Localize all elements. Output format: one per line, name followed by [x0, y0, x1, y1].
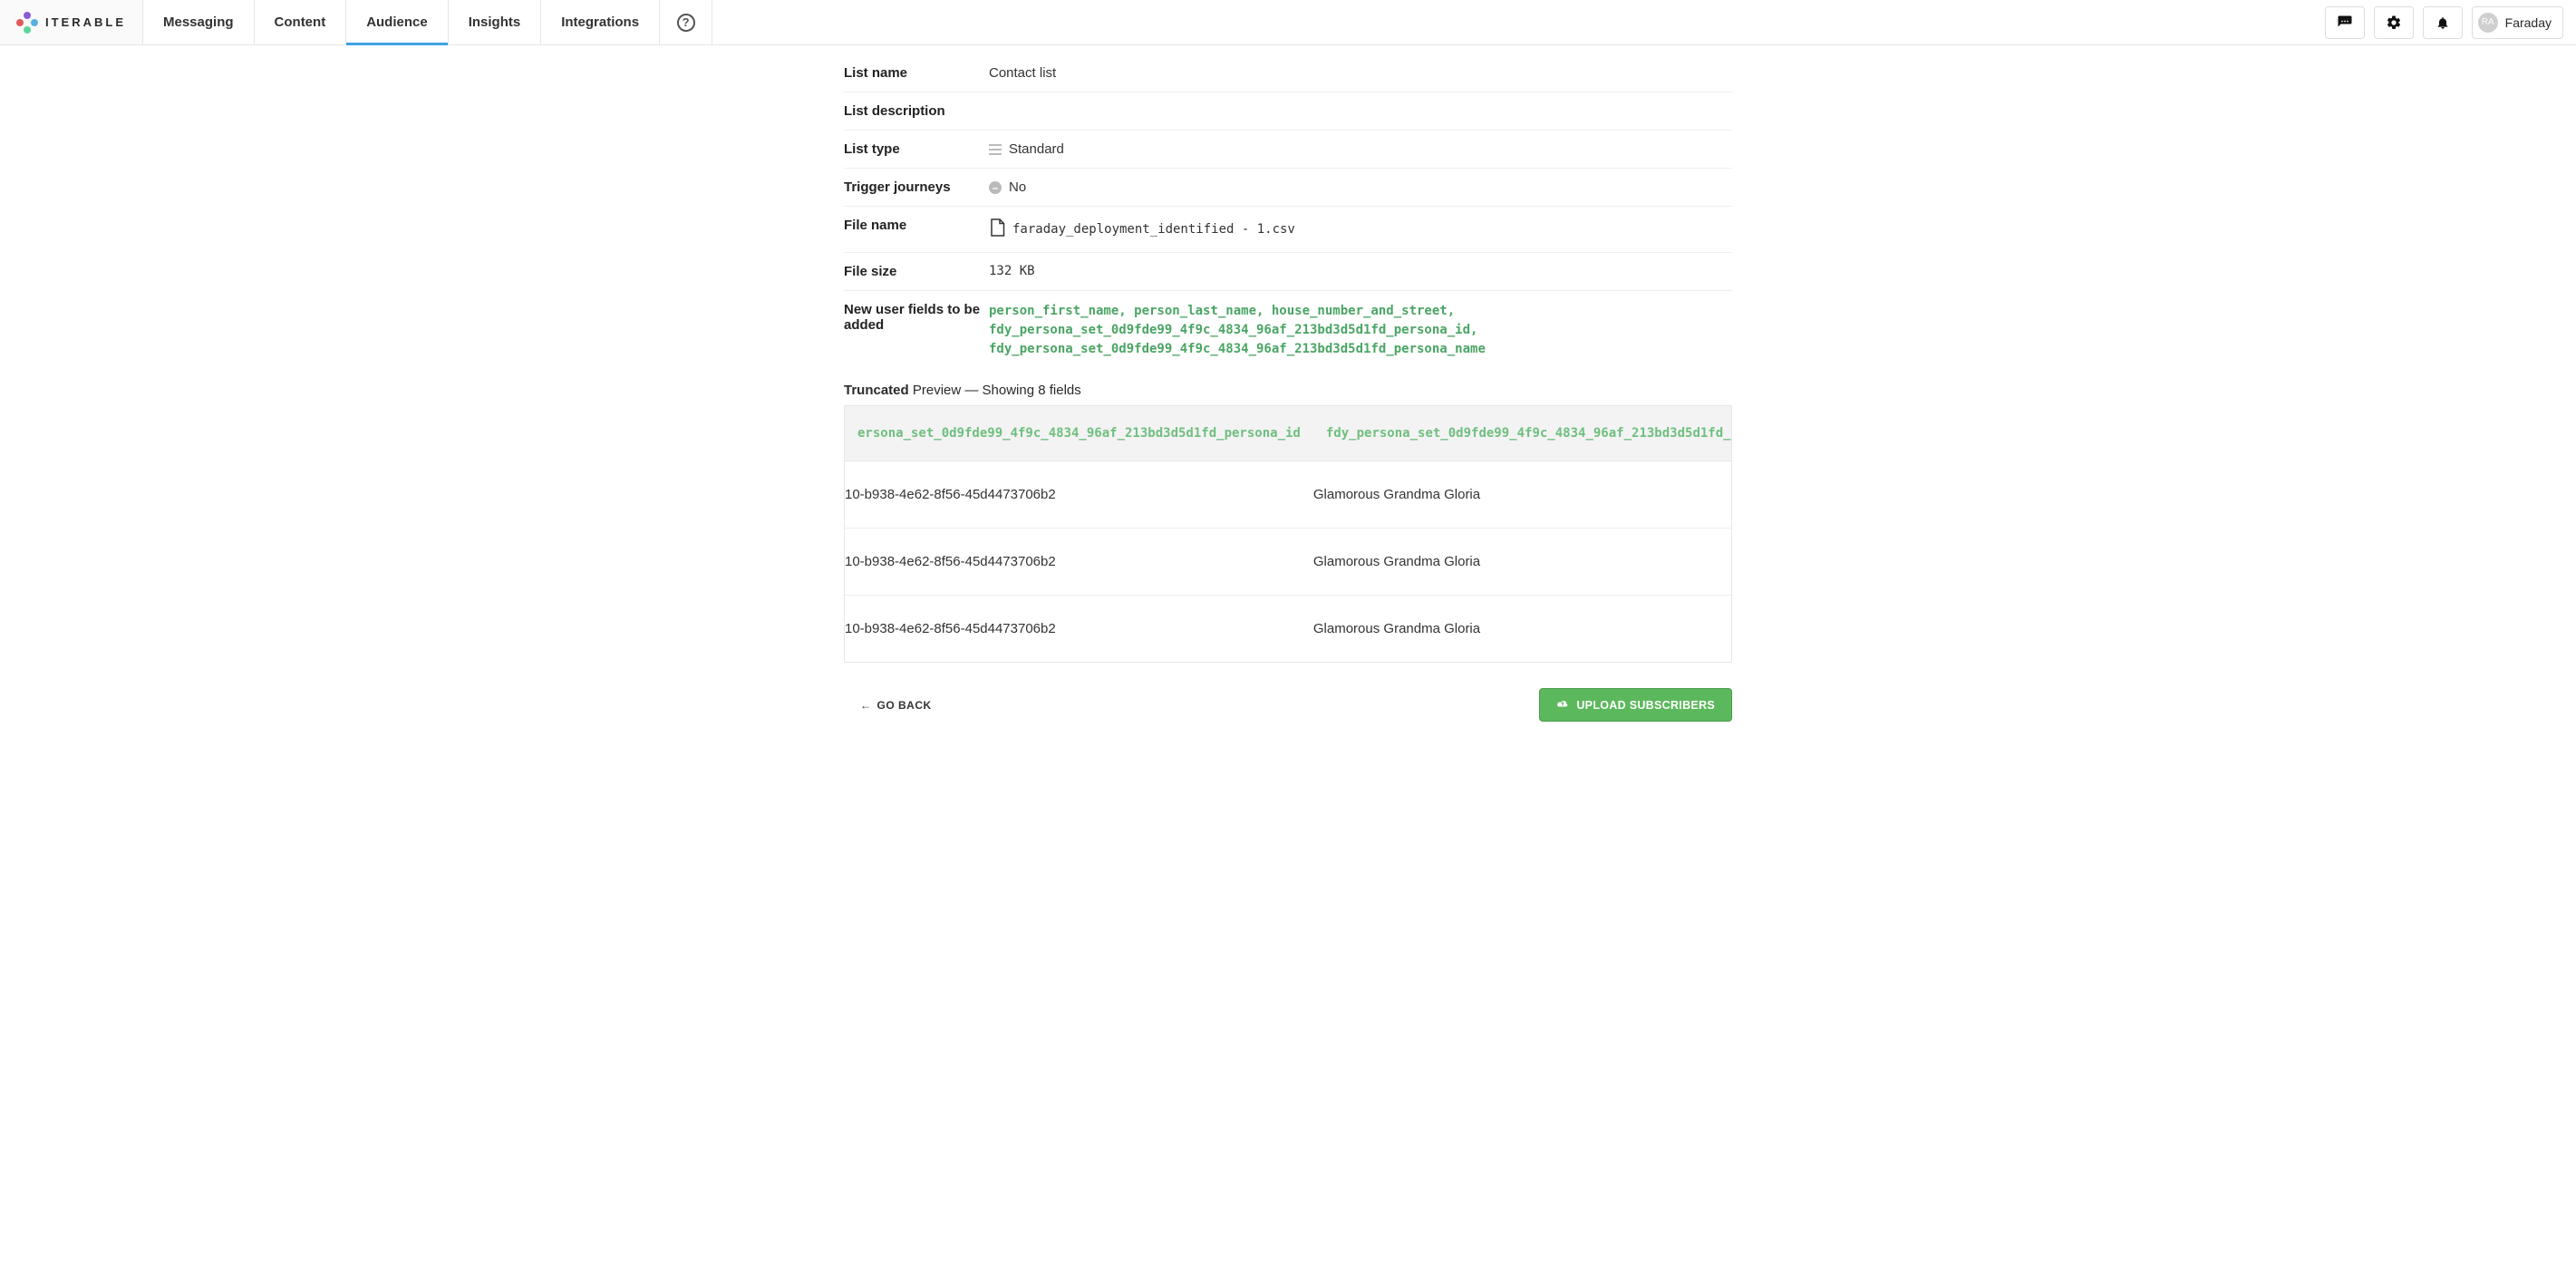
preview-header-bold: Truncated	[844, 383, 909, 398]
list-icon	[989, 144, 1002, 155]
nav-tab-label: Content	[275, 15, 326, 30]
topbar-right: RA Faraday	[2312, 0, 2576, 44]
row-list-name: List name Contact list	[844, 54, 1732, 92]
value-file-size: 132 KB	[989, 264, 1732, 278]
cloud-upload-icon	[1556, 698, 1569, 712]
upload-label: UPLOAD SUBSCRIBERS	[1576, 699, 1715, 712]
nav-tab-label: Audience	[366, 15, 428, 30]
row-list-description: List description	[844, 92, 1732, 131]
help-button[interactable]: ?	[660, 0, 712, 44]
bell-icon	[2436, 15, 2450, 31]
brand-name: ITERABLE	[45, 15, 126, 29]
label-list-name: List name	[844, 65, 989, 81]
value-new-fields-text: person_first_name, person_last_name, hou…	[989, 302, 1732, 359]
cell-persona-name: Glamorous Grandma Gloria	[1313, 461, 1732, 529]
row-new-fields: New user fields to be added person_first…	[844, 291, 1732, 370]
cell-persona-id: 10-b938-4e62-8f56-45d4473706b2	[845, 529, 1313, 596]
table-row: 10-b938-4e62-8f56-45d4473706b2 Glamorous…	[845, 596, 1732, 663]
cell-persona-name: Glamorous Grandma Gloria	[1313, 529, 1732, 596]
top-nav: ITERABLE Messaging Content Audience Insi…	[0, 0, 2576, 45]
preview-table: ersona_set_0d9fde99_4f9c_4834_96af_213bd…	[844, 405, 1732, 663]
row-file-name: File name faraday_deployment_identified …	[844, 207, 1732, 253]
nav-tabs: Messaging Content Audience Insights Inte…	[143, 0, 660, 44]
preview-header-text: Preview — Showing 8 fields	[909, 383, 1081, 398]
avatar-initials: RA	[2482, 17, 2494, 27]
file-icon	[989, 218, 1005, 241]
column-persona-id: ersona_set_0d9fde99_4f9c_4834_96af_213bd…	[845, 406, 1313, 461]
help-icon: ?	[677, 14, 695, 32]
table-row: 10-b938-4e62-8f56-45d4473706b2 Glamorous…	[845, 461, 1732, 529]
value-file-name-text: faraday_deployment_identified - 1.csv	[1012, 222, 1295, 237]
user-menu[interactable]: RA Faraday	[2472, 6, 2563, 39]
go-back-button[interactable]: ← GO BACK	[844, 699, 932, 712]
settings-button[interactable]	[2374, 6, 2414, 39]
brand-logo-icon	[16, 12, 38, 34]
nav-tab-audience[interactable]: Audience	[346, 0, 449, 44]
value-trigger-journeys-text: No	[1009, 179, 1026, 195]
label-new-fields: New user fields to be added	[844, 302, 989, 333]
nav-tab-messaging[interactable]: Messaging	[143, 0, 255, 44]
value-list-type-text: Standard	[1009, 141, 1064, 157]
nav-tab-insights[interactable]: Insights	[449, 0, 542, 44]
cell-persona-id: 10-b938-4e62-8f56-45d4473706b2	[845, 596, 1313, 663]
value-list-type: Standard	[989, 141, 1732, 157]
minus-circle-icon: –	[989, 181, 1002, 194]
upload-subscribers-button[interactable]: UPLOAD SUBSCRIBERS	[1539, 688, 1732, 722]
value-trigger-journeys: – No	[989, 179, 1732, 195]
go-back-label: GO BACK	[877, 699, 932, 712]
value-file-name: faraday_deployment_identified - 1.csv	[989, 218, 1732, 241]
chat-icon	[2337, 15, 2353, 31]
preview-header: Truncated Preview — Showing 8 fields	[844, 370, 1732, 405]
cell-persona-name: Glamorous Grandma Gloria	[1313, 596, 1732, 663]
row-trigger-journeys: Trigger journeys – No	[844, 169, 1732, 207]
value-list-name: Contact list	[989, 65, 1732, 81]
label-file-size: File size	[844, 264, 989, 279]
nav-tab-content[interactable]: Content	[255, 0, 347, 44]
column-persona-name: fdy_persona_set_0d9fde99_4f9c_4834_96af_…	[1313, 406, 1732, 461]
value-new-fields: person_first_name, person_last_name, hou…	[989, 302, 1732, 359]
label-file-name: File name	[844, 218, 989, 233]
row-file-size: File size 132 KB	[844, 253, 1732, 291]
label-list-description: List description	[844, 103, 989, 119]
table-row: 10-b938-4e62-8f56-45d4473706b2 Glamorous…	[845, 529, 1732, 596]
label-list-type: List type	[844, 141, 989, 157]
row-list-type: List type Standard	[844, 131, 1732, 169]
nav-tab-label: Insights	[469, 15, 521, 30]
brand-logo[interactable]: ITERABLE	[0, 0, 143, 44]
main-content: List name Contact list List description …	[844, 45, 1732, 749]
notifications-button[interactable]	[2423, 6, 2463, 39]
footer-actions: ← GO BACK UPLOAD SUBSCRIBERS	[844, 688, 1732, 722]
label-trigger-journeys: Trigger journeys	[844, 179, 989, 195]
user-name: Faraday	[2505, 15, 2552, 30]
avatar: RA	[2478, 13, 2498, 33]
nav-tab-label: Integrations	[561, 15, 639, 30]
chat-button[interactable]	[2325, 6, 2365, 39]
cell-persona-id: 10-b938-4e62-8f56-45d4473706b2	[845, 461, 1313, 529]
gear-icon	[2386, 15, 2402, 31]
arrow-left-icon: ←	[860, 699, 872, 712]
nav-tab-label: Messaging	[163, 15, 234, 30]
nav-tab-integrations[interactable]: Integrations	[541, 0, 660, 44]
